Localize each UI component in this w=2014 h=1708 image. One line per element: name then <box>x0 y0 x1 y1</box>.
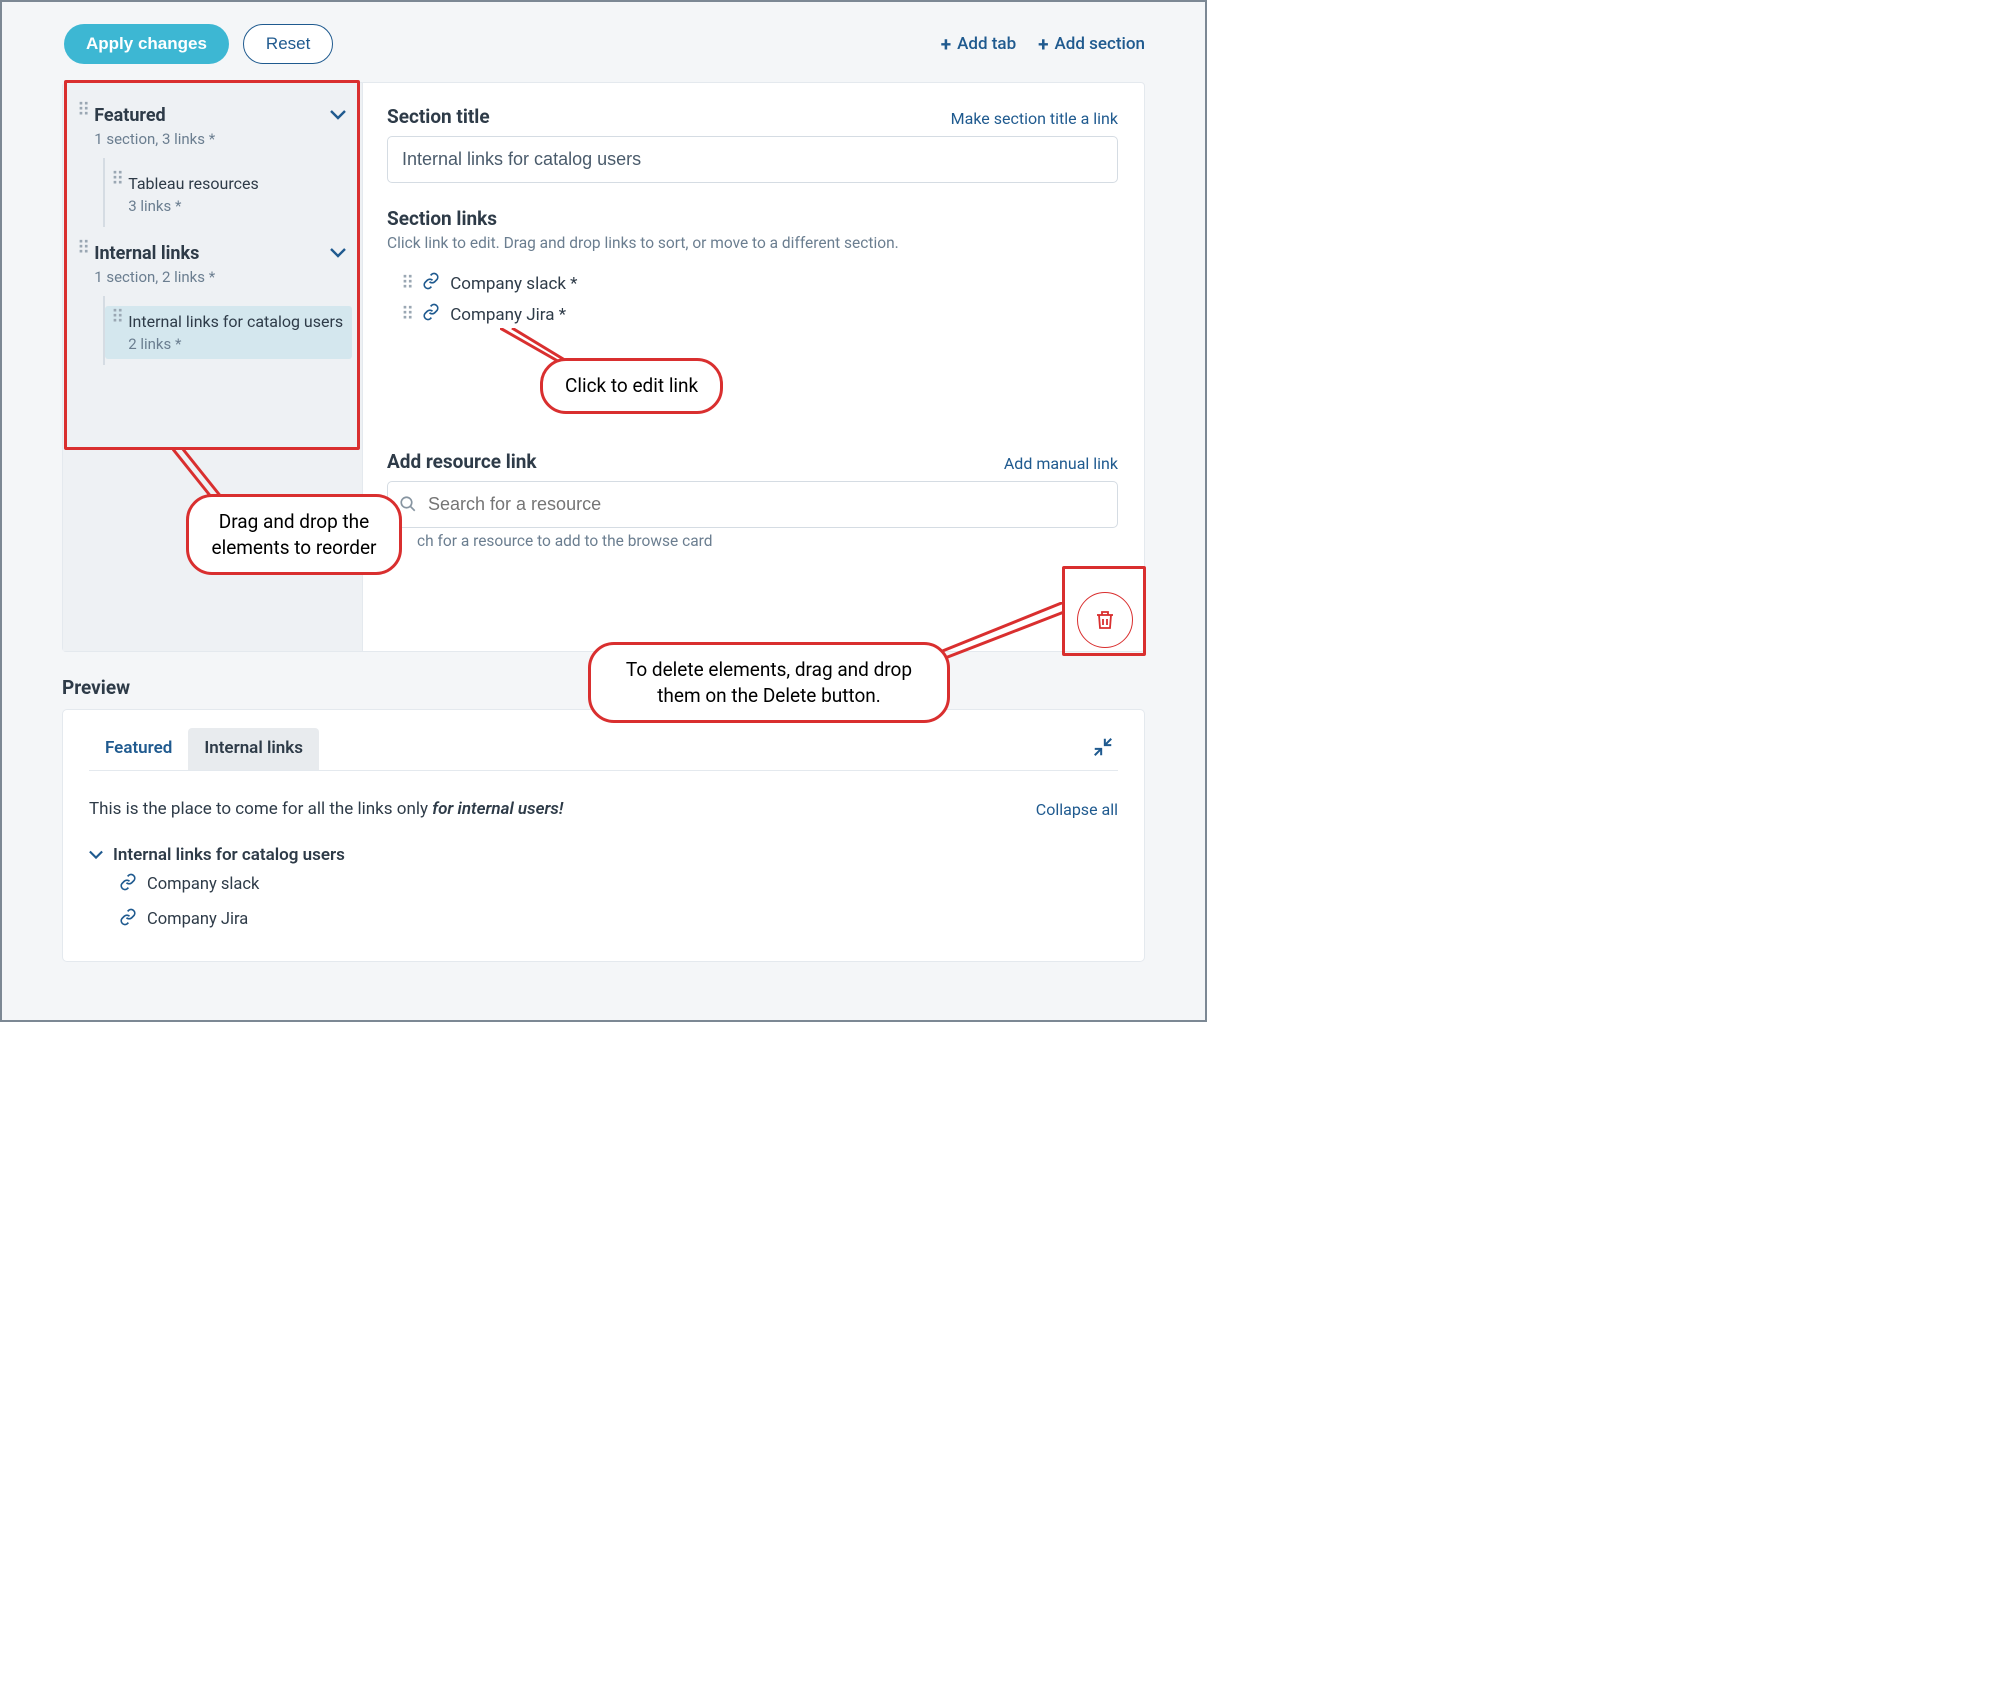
sidebar-group-header[interactable]: Featured 1 section, 3 links * <box>75 101 352 150</box>
sidebar: Featured 1 section, 3 links * Tableau re… <box>63 83 363 651</box>
add-section-label: Add section <box>1055 34 1146 54</box>
add-resource-block: Add resource link Add manual link ch for… <box>387 450 1118 550</box>
add-resource-label: Add resource link <box>387 450 537 473</box>
toolbar-left: Apply changes Reset <box>64 24 333 64</box>
drag-handle-icon[interactable] <box>401 280 412 289</box>
sidebar-children: Internal links for catalog users 2 links… <box>103 296 352 365</box>
preview-desc-plain: This is the place to come for all the li… <box>89 799 432 819</box>
make-section-title-link[interactable]: Make section title a link <box>951 109 1118 128</box>
link-label: Company Jira * <box>450 305 566 325</box>
preview-section-toggle[interactable]: Internal links for catalog users <box>89 845 1118 865</box>
toolbar: Apply changes Reset + Add tab + Add sect… <box>2 2 1205 82</box>
add-section-link[interactable]: + Add section <box>1038 34 1145 54</box>
drag-handle-icon[interactable] <box>401 311 412 320</box>
link-icon <box>422 272 440 295</box>
sidebar-item-meta: 3 links * <box>128 197 344 215</box>
link-label: Company slack * <box>450 274 577 294</box>
chevron-down-icon[interactable] <box>330 243 346 264</box>
preview-desc-em: for internal users! <box>432 799 563 819</box>
reset-button[interactable]: Reset <box>243 24 333 64</box>
plus-icon: + <box>941 35 951 54</box>
sidebar-group-internal-links: Internal links 1 section, 2 links * Inte… <box>63 233 362 371</box>
search-icon <box>399 495 417 518</box>
preview-link-label: Company Jira <box>147 910 248 929</box>
add-manual-link[interactable]: Add manual link <box>1004 454 1118 473</box>
delete-dropzone[interactable] <box>1062 577 1148 663</box>
preview-link-label: Company slack <box>147 875 259 894</box>
section-links-label: Section links <box>387 207 1118 230</box>
sidebar-group-title: Featured <box>94 105 166 126</box>
tab-featured[interactable]: Featured <box>89 728 188 770</box>
resource-search-input[interactable] <box>387 481 1118 528</box>
chevron-down-icon <box>89 845 103 865</box>
tab-internal-links[interactable]: Internal links <box>188 728 319 770</box>
app-frame: Apply changes Reset + Add tab + Add sect… <box>0 0 1207 1022</box>
sidebar-group-meta: 1 section, 2 links * <box>94 268 346 286</box>
sidebar-item-title: Tableau resources <box>128 174 344 193</box>
sidebar-item-title: Internal links for catalog users <box>128 312 344 331</box>
add-tab-link[interactable]: + Add tab <box>941 34 1016 54</box>
sidebar-group-header[interactable]: Internal links 1 section, 2 links * <box>75 239 352 288</box>
section-links-help: Click link to edit. Drag and drop links … <box>387 234 1118 252</box>
preview-link-item[interactable]: Company Jira <box>89 900 1118 935</box>
sidebar-group-title: Internal links <box>94 243 199 264</box>
sidebar-item-meta: 2 links * <box>128 335 344 353</box>
section-title-input[interactable] <box>387 136 1118 183</box>
apply-changes-button[interactable]: Apply changes <box>64 24 229 64</box>
trash-icon[interactable] <box>1077 592 1133 648</box>
sidebar-group-meta: 1 section, 3 links * <box>94 130 346 148</box>
plus-icon: + <box>1038 35 1048 54</box>
link-icon <box>119 908 137 931</box>
drag-handle-icon[interactable] <box>111 314 122 323</box>
link-icon <box>422 303 440 326</box>
preview-body: This is the place to come for all the li… <box>89 799 1118 935</box>
chevron-down-icon[interactable] <box>330 105 346 126</box>
sidebar-children: Tableau resources 3 links * <box>103 158 352 227</box>
sidebar-item-tableau-resources[interactable]: Tableau resources 3 links * <box>105 168 352 221</box>
sidebar-group-featured: Featured 1 section, 3 links * Tableau re… <box>63 95 362 233</box>
link-item[interactable]: Company Jira * <box>387 299 1118 330</box>
preview-tabs: Featured Internal links <box>89 728 1118 771</box>
drag-handle-icon[interactable] <box>77 245 88 254</box>
sidebar-group-header-body: Internal links 1 section, 2 links * <box>94 243 346 286</box>
editor-content: Section title Make section title a link … <box>363 83 1144 651</box>
link-icon <box>119 873 137 896</box>
collapse-panel-icon[interactable] <box>1092 736 1118 763</box>
preview-link-item[interactable]: Company slack <box>89 865 1118 900</box>
section-title-row: Section title Make section title a link <box>387 105 1118 128</box>
preview-panel: Featured Internal links This is the plac… <box>62 709 1145 962</box>
resource-search-help: ch for a resource to add to the browse c… <box>417 532 1118 550</box>
toolbar-right: + Add tab + Add section <box>941 34 1145 54</box>
section-title-label: Section title <box>387 105 490 128</box>
preview-section-title: Internal links for catalog users <box>113 845 345 865</box>
preview-link-section: Internal links for catalog users Company… <box>89 845 1118 935</box>
add-tab-label: Add tab <box>957 34 1016 54</box>
section-links-block: Section links Click link to edit. Drag a… <box>387 207 1118 330</box>
sidebar-group-header-body: Featured 1 section, 3 links * <box>94 105 346 148</box>
resource-search-wrap <box>387 481 1118 528</box>
link-item[interactable]: Company slack * <box>387 268 1118 299</box>
preview-section: Preview Featured Internal links This is … <box>62 676 1145 962</box>
preview-heading: Preview <box>62 676 1145 699</box>
main-panel: Featured 1 section, 3 links * Tableau re… <box>62 82 1145 652</box>
link-list: Company slack * Company Jira * <box>387 268 1118 330</box>
drag-handle-icon[interactable] <box>77 107 88 116</box>
sidebar-item-internal-links-catalog[interactable]: Internal links for catalog users 2 links… <box>105 306 352 359</box>
preview-description: This is the place to come for all the li… <box>89 799 563 819</box>
drag-handle-icon[interactable] <box>111 176 122 185</box>
collapse-all-link[interactable]: Collapse all <box>1036 800 1118 819</box>
